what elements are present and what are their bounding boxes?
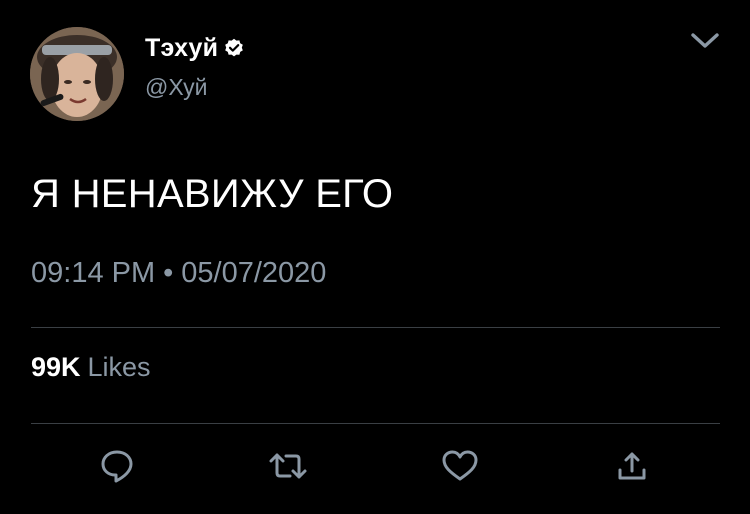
share-icon[interactable]: [612, 446, 652, 486]
tweet-date: 05/07/2020: [181, 257, 327, 289]
likes-stat[interactable]: 99K Likes: [31, 352, 151, 383]
avatar-image: [30, 27, 124, 121]
meta-separator: •: [163, 257, 174, 289]
heart-icon[interactable]: [440, 446, 480, 486]
verified-badge-icon: [224, 38, 244, 58]
reply-icon[interactable]: [97, 446, 137, 486]
divider-top: [31, 327, 720, 328]
author-name-row[interactable]: Тэхуй: [145, 33, 244, 63]
author-display-name[interactable]: Тэхуй: [145, 34, 218, 63]
tweet-timestamp[interactable]: 09:14 PM • 05/07/2020: [31, 257, 326, 290]
avatar[interactable]: [30, 27, 124, 121]
tweet-time: 09:14 PM: [31, 257, 156, 289]
divider-bottom: [31, 423, 720, 424]
likes-label: Likes: [87, 352, 151, 382]
retweet-icon[interactable]: [268, 446, 308, 486]
tweet-text: Я НЕНАВИЖУ ЕГО: [31, 172, 394, 216]
author-handle[interactable]: @Хуй: [145, 74, 208, 101]
likes-count: 99K: [31, 352, 81, 382]
chevron-down-icon[interactable]: [688, 28, 722, 54]
